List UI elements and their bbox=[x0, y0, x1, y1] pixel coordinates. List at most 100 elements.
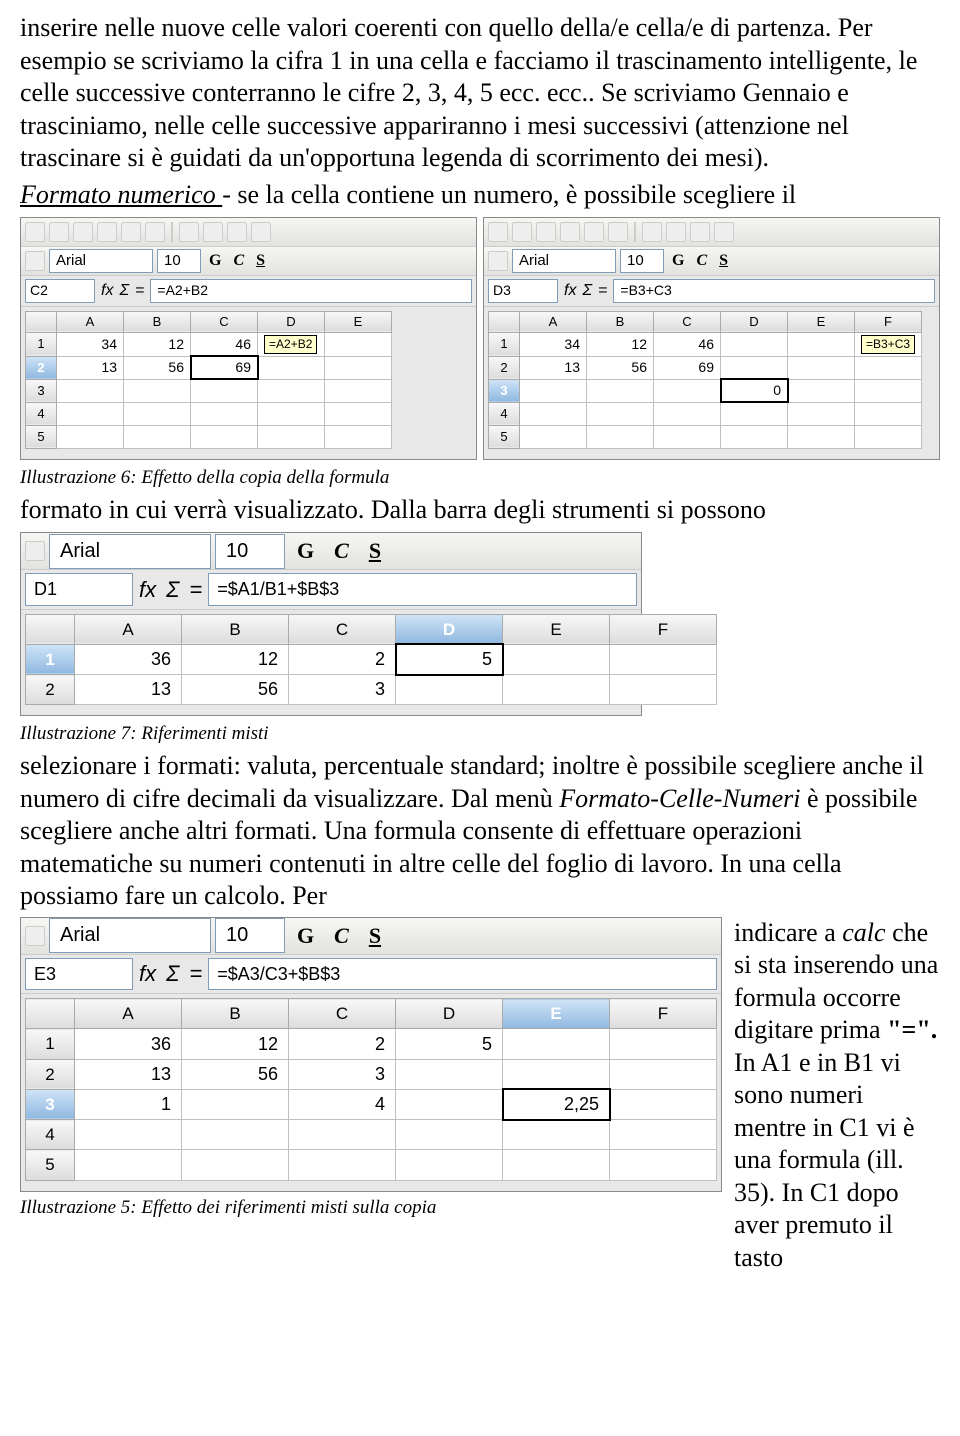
bold-button[interactable]: G bbox=[668, 251, 688, 271]
copy-icon[interactable] bbox=[227, 222, 247, 242]
cell-grid[interactable]: A B C D E 1 34 12 46 =A2+B2 2 13 bbox=[25, 311, 392, 449]
row-header[interactable]: 3 bbox=[489, 379, 520, 402]
cell[interactable] bbox=[75, 1150, 182, 1180]
cell[interactable] bbox=[654, 425, 721, 448]
mail-icon[interactable] bbox=[97, 222, 117, 242]
cell-reference-box[interactable]: D3 bbox=[488, 279, 558, 303]
pdf-icon[interactable] bbox=[121, 222, 141, 242]
corner-header[interactable] bbox=[489, 311, 520, 332]
sigma-icon[interactable]: Σ bbox=[582, 281, 592, 301]
col-header[interactable]: A bbox=[75, 999, 182, 1029]
cell[interactable] bbox=[191, 379, 258, 402]
cell[interactable] bbox=[610, 1089, 717, 1119]
cell[interactable] bbox=[788, 356, 855, 379]
equals-icon[interactable]: = bbox=[598, 281, 607, 301]
fx-icon[interactable]: fx bbox=[139, 960, 156, 988]
font-selector[interactable]: Arial bbox=[49, 918, 211, 953]
col-header[interactable]: D bbox=[258, 311, 325, 332]
italic-button[interactable]: C bbox=[229, 251, 248, 271]
row-header[interactable]: 1 bbox=[489, 332, 520, 356]
col-header[interactable]: A bbox=[520, 311, 587, 332]
col-header[interactable]: C bbox=[289, 999, 396, 1029]
cell[interactable] bbox=[258, 425, 325, 448]
cell[interactable]: =A2+B2 bbox=[258, 332, 325, 356]
cell[interactable] bbox=[587, 379, 654, 402]
cell[interactable] bbox=[610, 1120, 717, 1150]
col-header[interactable]: F bbox=[610, 999, 717, 1029]
row-header[interactable]: 5 bbox=[26, 425, 57, 448]
bold-button[interactable]: G bbox=[289, 537, 322, 565]
row-header[interactable]: 1 bbox=[26, 644, 75, 674]
cell-grid[interactable]: A B C D E F 1 36 12 2 5 2 bbox=[25, 998, 717, 1181]
col-header[interactable]: A bbox=[57, 311, 124, 332]
cell[interactable] bbox=[258, 402, 325, 425]
cell[interactable]: 34 bbox=[57, 332, 124, 356]
cell[interactable] bbox=[191, 402, 258, 425]
fx-icon[interactable]: fx bbox=[139, 576, 156, 604]
bold-button[interactable]: G bbox=[205, 251, 225, 271]
italic-button[interactable]: C bbox=[326, 537, 357, 565]
corner-header[interactable] bbox=[26, 311, 57, 332]
sigma-icon[interactable]: Σ bbox=[166, 576, 179, 604]
cell-reference-box[interactable]: D1 bbox=[25, 573, 133, 606]
cell[interactable]: 56 bbox=[182, 1059, 289, 1089]
cell[interactable] bbox=[182, 1089, 289, 1119]
style-icon[interactable] bbox=[25, 251, 45, 271]
underline-button[interactable]: S bbox=[715, 251, 732, 271]
cell[interactable] bbox=[124, 379, 191, 402]
cell[interactable] bbox=[325, 379, 392, 402]
row-header[interactable]: 2 bbox=[26, 1059, 75, 1089]
cell[interactable] bbox=[587, 402, 654, 425]
corner-header[interactable] bbox=[26, 614, 75, 644]
formula-input[interactable]: =$A3/C3+$B$3 bbox=[208, 958, 717, 991]
new-doc-icon[interactable] bbox=[488, 222, 508, 242]
cell[interactable] bbox=[610, 675, 717, 705]
print-icon[interactable] bbox=[608, 222, 628, 242]
cell-grid[interactable]: A B C D E F 1 36 12 2 5 2 13 56 3 bbox=[25, 614, 717, 706]
cell[interactable] bbox=[520, 402, 587, 425]
spellcheck-icon[interactable] bbox=[179, 222, 199, 242]
row-header[interactable]: 4 bbox=[26, 402, 57, 425]
cell[interactable] bbox=[610, 1150, 717, 1180]
corner-header[interactable] bbox=[26, 999, 75, 1029]
col-header[interactable]: F bbox=[610, 614, 717, 644]
cell[interactable] bbox=[855, 379, 922, 402]
cell[interactable] bbox=[721, 425, 788, 448]
cell[interactable] bbox=[788, 402, 855, 425]
underline-button[interactable]: S bbox=[361, 922, 389, 950]
cell[interactable] bbox=[503, 675, 610, 705]
cell[interactable]: 56 bbox=[587, 356, 654, 379]
cell[interactable]: 13 bbox=[520, 356, 587, 379]
sigma-icon[interactable]: Σ bbox=[166, 960, 179, 988]
formula-input[interactable]: =B3+C3 bbox=[613, 279, 935, 303]
spellcheck-icon[interactable] bbox=[642, 222, 662, 242]
cell[interactable]: 5 bbox=[396, 1029, 503, 1059]
cell[interactable] bbox=[654, 379, 721, 402]
cell[interactable] bbox=[610, 644, 717, 674]
cell[interactable] bbox=[396, 1150, 503, 1180]
cell[interactable] bbox=[396, 675, 503, 705]
col-header[interactable]: B bbox=[124, 311, 191, 332]
paste-icon[interactable] bbox=[251, 222, 271, 242]
font-size-selector[interactable]: 10 bbox=[620, 249, 664, 274]
cell[interactable]: 12 bbox=[124, 332, 191, 356]
cell-reference-box[interactable]: C2 bbox=[25, 279, 95, 303]
underline-button[interactable]: S bbox=[361, 537, 389, 565]
cell[interactable] bbox=[587, 425, 654, 448]
col-header[interactable]: B bbox=[587, 311, 654, 332]
mail-icon[interactable] bbox=[560, 222, 580, 242]
font-size-selector[interactable]: 10 bbox=[215, 534, 285, 569]
cell[interactable]: 0 bbox=[721, 379, 788, 402]
save-icon[interactable] bbox=[536, 222, 556, 242]
cell[interactable]: 2 bbox=[289, 1029, 396, 1059]
sigma-icon[interactable]: Σ bbox=[119, 281, 129, 301]
italic-button[interactable]: C bbox=[326, 922, 357, 950]
cell[interactable] bbox=[289, 1120, 396, 1150]
cell[interactable]: 56 bbox=[124, 356, 191, 379]
bold-button[interactable]: G bbox=[289, 922, 322, 950]
cell[interactable] bbox=[855, 402, 922, 425]
cell[interactable] bbox=[721, 332, 788, 356]
cell[interactable] bbox=[788, 332, 855, 356]
col-header[interactable]: D bbox=[721, 311, 788, 332]
cell[interactable] bbox=[503, 1150, 610, 1180]
